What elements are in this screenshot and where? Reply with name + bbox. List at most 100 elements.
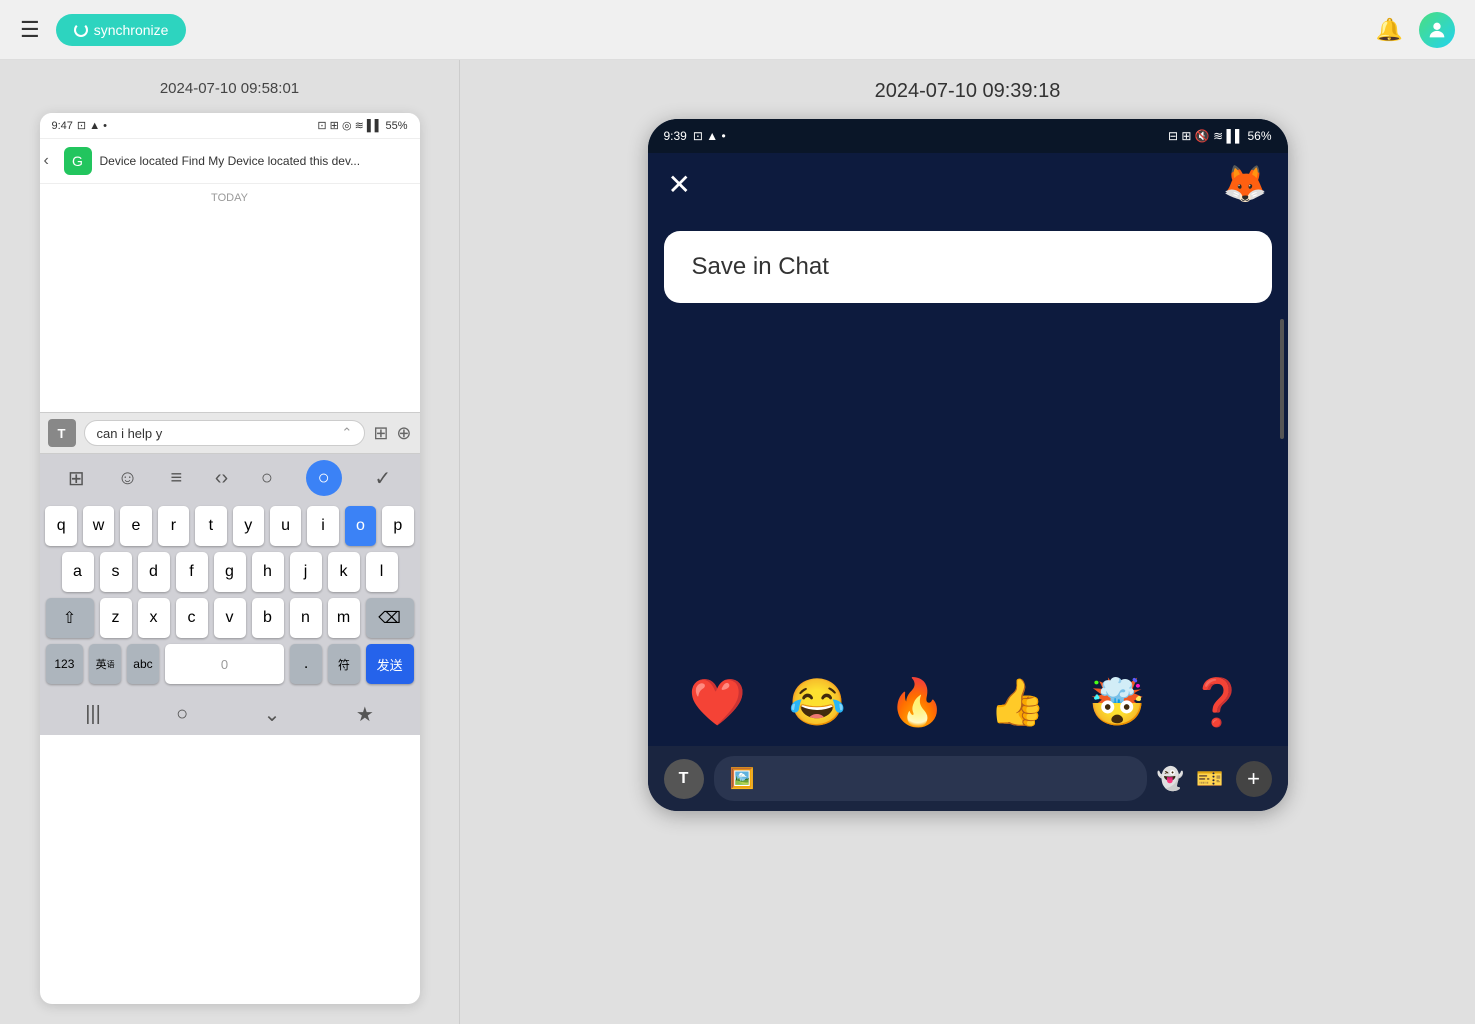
back-arrow-icon[interactable]: ‹ bbox=[44, 152, 49, 170]
key-a[interactable]: a bbox=[62, 552, 94, 592]
key-y[interactable]: y bbox=[233, 506, 264, 546]
key-shift[interactable]: ⇧ bbox=[46, 598, 94, 638]
right-status-icons: ⊡ ▲ • bbox=[693, 129, 726, 143]
keyboard-suggestions: T can i help y ⌃ ⊞ ⊕ bbox=[40, 412, 420, 454]
nav-back-icon[interactable]: ⌄ bbox=[264, 702, 281, 727]
key-h[interactable]: h bbox=[252, 552, 284, 592]
left-status-right: ⊡ ⊞ ◎ ≋ ▌▌ 55% bbox=[317, 119, 407, 132]
add-suggestion-icon[interactable]: ⊕ bbox=[396, 423, 411, 444]
key-b[interactable]: b bbox=[252, 598, 284, 638]
emoji-question[interactable]: ❓ bbox=[1189, 675, 1246, 730]
key-j[interactable]: j bbox=[290, 552, 322, 592]
left-time: 9:47 bbox=[52, 120, 73, 132]
kb-menu-icon[interactable]: ≡ bbox=[170, 467, 182, 490]
key-q[interactable]: q bbox=[45, 506, 76, 546]
emoji-laugh[interactable]: 😂 bbox=[789, 675, 846, 730]
nav-menu-icon[interactable]: ||| bbox=[85, 703, 101, 726]
suggestion-input-box[interactable]: can i help y ⌃ bbox=[84, 420, 366, 446]
key-lang-icon[interactable]: 英语 bbox=[89, 644, 121, 684]
key-special-char[interactable]: 符 bbox=[328, 644, 360, 684]
keyboard-rows: q w e r t y u i o p a s d f g h bbox=[40, 502, 420, 694]
notif-title: Device located bbox=[100, 154, 179, 168]
close-icon[interactable]: ✕ bbox=[668, 168, 691, 201]
chat-add-icon[interactable]: + bbox=[1236, 761, 1272, 797]
key-p[interactable]: p bbox=[382, 506, 413, 546]
kb-cursor-icon[interactable]: ‹› bbox=[215, 467, 228, 490]
key-t[interactable]: t bbox=[195, 506, 226, 546]
notification-bar: ‹ G Device located Find My Device locate… bbox=[40, 139, 420, 184]
right-status-left: 9:39 ⊡ ▲ • bbox=[664, 129, 726, 143]
kb-check-icon[interactable]: ✓ bbox=[374, 466, 391, 491]
chat-t-icon[interactable]: T bbox=[664, 759, 704, 799]
key-backspace[interactable]: ⌫ bbox=[366, 598, 414, 638]
left-phone-status-bar: 9:47 ⊡ ▲ • ⊡ ⊞ ◎ ≋ ▌▌ 55% bbox=[40, 113, 420, 139]
key-c[interactable]: c bbox=[176, 598, 208, 638]
key-g[interactable]: g bbox=[214, 552, 246, 592]
left-timestamp: 2024-07-10 09:58:01 bbox=[160, 80, 299, 97]
key-send[interactable]: 发送 bbox=[366, 644, 414, 684]
emoji-thumbsup[interactable]: 👍 bbox=[989, 675, 1046, 730]
left-phone-frame: 9:47 ⊡ ▲ • ⊡ ⊞ ◎ ≋ ▌▌ 55% ‹ G Device loc… bbox=[40, 113, 420, 1004]
sync-spinning-icon bbox=[74, 23, 88, 37]
key-r[interactable]: r bbox=[158, 506, 189, 546]
kb-voice-icon[interactable]: ○ bbox=[306, 460, 342, 496]
key-n[interactable]: n bbox=[290, 598, 322, 638]
clipboard-icon[interactable]: ⊞ bbox=[373, 423, 388, 444]
key-s[interactable]: s bbox=[100, 552, 132, 592]
key-w[interactable]: w bbox=[83, 506, 114, 546]
key-m[interactable]: m bbox=[328, 598, 360, 638]
emoji-mindblown[interactable]: 🤯 bbox=[1089, 675, 1146, 730]
chat-actions: 👻 🎫 + bbox=[1157, 761, 1272, 797]
key-i[interactable]: i bbox=[307, 506, 338, 546]
notif-icon: G bbox=[64, 147, 92, 175]
bell-icon[interactable]: 🔔 bbox=[1376, 17, 1403, 43]
chat-avatar-emoji: 🦊 bbox=[1223, 163, 1268, 205]
right-panel: 2024-07-10 09:39:18 9:39 ⊡ ▲ • ⊟ ⊞ 🔇 ≋ ▌… bbox=[460, 60, 1475, 1024]
key-123[interactable]: 123 bbox=[46, 644, 84, 684]
scrollbar[interactable] bbox=[1280, 319, 1284, 439]
key-row-4: 123 英语 abc 0 . 符 发送 bbox=[46, 644, 414, 684]
key-row-3: ⇧ z x c v b n m ⌫ bbox=[46, 598, 414, 638]
kb-search-icon[interactable]: ○ bbox=[261, 467, 273, 490]
key-l[interactable]: l bbox=[366, 552, 398, 592]
right-status-bar: 9:39 ⊡ ▲ • ⊟ ⊞ 🔇 ≋ ▌▌ 56% bbox=[648, 119, 1288, 153]
notif-body-text: Find My Device located this dev... bbox=[182, 154, 361, 168]
key-u[interactable]: u bbox=[270, 506, 301, 546]
suggestion-text: can i help y bbox=[97, 426, 163, 441]
key-f[interactable]: f bbox=[176, 552, 208, 592]
key-x[interactable]: x bbox=[138, 598, 170, 638]
nav-home-icon[interactable]: ○ bbox=[176, 703, 188, 726]
sync-button[interactable]: synchronize bbox=[56, 14, 187, 46]
keyboard-t-icon: T bbox=[48, 419, 76, 447]
hamburger-icon[interactable]: ☰ bbox=[20, 17, 40, 43]
suggestion-chevron: ⌃ bbox=[341, 425, 352, 441]
key-d[interactable]: d bbox=[138, 552, 170, 592]
key-e[interactable]: e bbox=[120, 506, 151, 546]
right-chat-header: ✕ 🦊 bbox=[648, 153, 1288, 215]
left-status-icons: ⊡ ▲ • bbox=[77, 119, 107, 132]
emoji-reactions: ❤️ 😂 🔥 👍 🤯 ❓ bbox=[648, 659, 1288, 746]
key-row-1: q w e r t y u i o p bbox=[46, 506, 414, 546]
kb-emoji-grid-icon[interactable]: ⊞ bbox=[68, 466, 85, 491]
chat-input-field[interactable]: 🖼️ bbox=[714, 756, 1147, 801]
chat-input-bar: T 🖼️ 👻 🎫 + bbox=[648, 746, 1288, 811]
key-abc[interactable]: abc bbox=[127, 644, 159, 684]
chat-empty-area bbox=[40, 212, 420, 412]
key-k[interactable]: k bbox=[328, 552, 360, 592]
avatar[interactable] bbox=[1419, 12, 1455, 48]
nav-star-icon[interactable]: ★ bbox=[356, 702, 374, 727]
emoji-heart[interactable]: ❤️ bbox=[689, 675, 746, 730]
key-o[interactable]: o bbox=[345, 506, 376, 546]
chat-ghost-icon[interactable]: 👻 bbox=[1157, 766, 1184, 792]
chat-sticker-icon[interactable]: 🎫 bbox=[1196, 766, 1223, 792]
save-in-chat-text: Save in Chat bbox=[692, 253, 829, 280]
key-v[interactable]: v bbox=[214, 598, 246, 638]
emoji-fire[interactable]: 🔥 bbox=[889, 675, 946, 730]
key-period[interactable]: . bbox=[290, 644, 322, 684]
key-space[interactable]: 0 bbox=[165, 644, 284, 684]
nav-bottom: ||| ○ ⌄ ★ bbox=[40, 694, 420, 735]
save-in-chat-box[interactable]: Save in Chat bbox=[664, 231, 1272, 303]
sync-label: synchronize bbox=[94, 22, 169, 38]
key-z[interactable]: z bbox=[100, 598, 132, 638]
kb-smiley-icon[interactable]: ☺ bbox=[117, 467, 137, 490]
